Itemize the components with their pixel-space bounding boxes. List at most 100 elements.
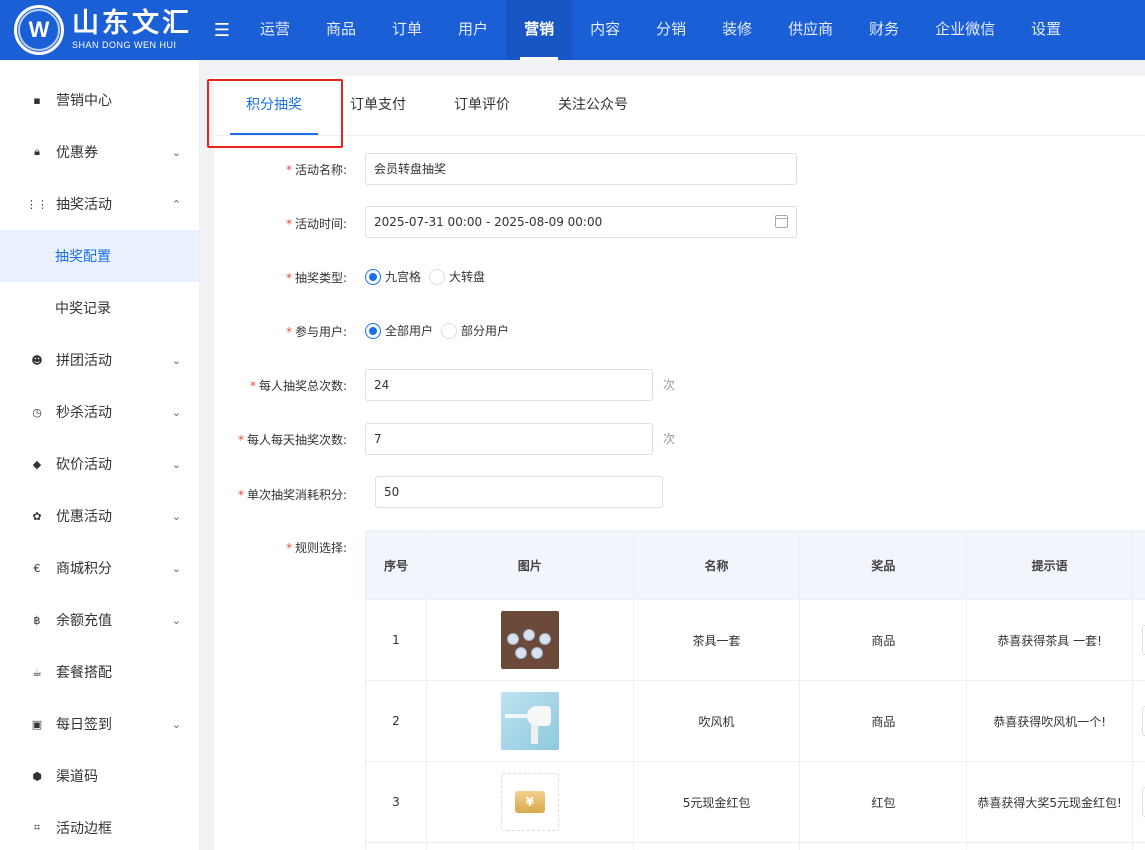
activity-time-value: 2025-07-31 00:00 - 2025-08-09 00:00 xyxy=(374,215,603,229)
nav-item-products[interactable]: 商品 xyxy=(308,0,374,60)
main-panel: 积分抽奖 订单支付 订单评价 关注公众号 * 活动名称: 会员转盘抽奖 * 活动时间… xyxy=(207,76,1145,850)
rules-label: * 规则选择: xyxy=(285,541,347,555)
nav-item-marketing[interactable]: 营销 xyxy=(506,0,573,60)
sidebar-item-label: 优惠活动 xyxy=(56,509,112,525)
tag-icon: ◆ xyxy=(32,457,42,471)
tab-order-review[interactable]: 订单评价 xyxy=(438,75,526,135)
sidebar: ▪ 营销中心 🔒︎ 优惠券 ⌄ ⋮⋮ 抽奖活动 ⌃ 抽奖配置 中奖记录 ☻ 拼团… xyxy=(0,60,200,850)
radio-big-wheel[interactable]: 大转盘 xyxy=(429,268,485,285)
sidebar-item-bargain[interactable]: ◆ 砍价活动 ⌄ xyxy=(0,438,199,490)
sidebar-subitem-lottery-config[interactable]: 抽奖配置 xyxy=(0,230,199,282)
calendar-icon: ▣ xyxy=(31,717,43,731)
radio-checked-icon xyxy=(365,268,381,285)
sidebar-item-discounts[interactable]: ✿ 优惠活动 ⌄ xyxy=(0,490,199,542)
nav-item-distribution[interactable]: 分销 xyxy=(638,0,704,60)
daily-draws-input[interactable]: 7 xyxy=(365,423,653,455)
activity-name-input[interactable]: 会员转盘抽奖 xyxy=(365,153,797,185)
header-image: 图片 xyxy=(426,531,634,600)
sidebar-item-points[interactable]: € 商城积分 ⌄ xyxy=(0,542,199,594)
row-index: 1 xyxy=(366,600,427,681)
tea-set-image xyxy=(500,611,559,669)
daily-draws-label: * 每人每天抽奖次数: xyxy=(237,433,347,447)
tab-follow-official-account[interactable]: 关注公众号 xyxy=(542,75,644,135)
sidebar-subitem-winning-records[interactable]: 中奖记录 xyxy=(0,282,199,334)
sidebar-item-recharge[interactable]: ฿ 余额充值 ⌄ xyxy=(0,594,199,646)
tab-bar: 积分抽奖 订单支付 订单评价 关注公众号 xyxy=(214,76,1145,136)
nav-item-wecom[interactable]: 企业微信 xyxy=(917,0,1013,60)
row-name: 吹风机 xyxy=(633,681,801,762)
hair-dryer-image xyxy=(500,692,559,750)
activity-time-label: * 活动时间: xyxy=(285,217,347,231)
nav-item-users[interactable]: 用户 xyxy=(440,0,506,60)
row-tip: 恭喜获得大奖5元现金红包! xyxy=(967,762,1134,843)
table-row: 1 茶具一套 商品 恭喜获得茶具 一套! xyxy=(366,600,1145,681)
brand-logo[interactable]: W 山东文汇 SHAN DONG WEN HUI xyxy=(0,0,200,60)
chevron-down-icon: ⌄ xyxy=(171,717,181,731)
sidebar-item-checkin[interactable]: ▣ 每日签到 ⌄ xyxy=(0,698,199,750)
calendar-icon xyxy=(775,215,788,228)
header-tip: 提示语 xyxy=(967,531,1134,600)
radio-some-users[interactable]: 部分用户 xyxy=(441,322,509,339)
euro-icon: € xyxy=(33,561,41,575)
daily-draws-unit: 次 xyxy=(663,432,676,446)
discount-icon: ✿ xyxy=(32,509,42,523)
radio-all-users[interactable]: 全部用户 xyxy=(365,322,433,339)
row-image-cell xyxy=(426,600,634,681)
sidebar-item-label: 砍价活动 xyxy=(56,457,112,473)
points-cost-input[interactable]: 50 xyxy=(375,476,663,508)
chevron-down-icon: ⌄ xyxy=(171,353,181,367)
nav-item-settings[interactable]: 设置 xyxy=(1013,0,1079,60)
sidebar-item-label: 拼团活动 xyxy=(56,353,112,369)
sidebar-item-marketing-center[interactable]: ▪ 营销中心 xyxy=(0,74,199,126)
sidebar-item-coupons[interactable]: 🔒︎ 优惠券 ⌄ xyxy=(0,126,199,178)
menu-collapse-icon[interactable]: ☰ xyxy=(202,20,242,41)
table-row: 2 吹风机 商品 恭喜获得吹风机一个! xyxy=(366,681,1145,762)
radio-nine-grid[interactable]: 九宫格 xyxy=(365,268,421,285)
radio-checked-icon xyxy=(365,322,381,339)
chevron-down-icon: ⌄ xyxy=(171,613,181,627)
nav-item-operations[interactable]: 运营 xyxy=(242,0,308,60)
clock-icon: ◷ xyxy=(32,405,42,419)
total-draws-unit: 次 xyxy=(663,378,676,392)
tab-order-payment[interactable]: 订单支付 xyxy=(334,75,422,135)
nav-item-suppliers[interactable]: 供应商 xyxy=(770,0,851,60)
sidebar-item-label: 秒杀活动 xyxy=(56,405,112,421)
sidebar-item-lottery[interactable]: ⋮⋮ 抽奖活动 ⌃ xyxy=(0,178,199,230)
yen-coupon-icon: ¥ xyxy=(514,791,545,813)
total-draws-input[interactable]: 24 xyxy=(365,369,653,401)
sidebar-item-flash-sale[interactable]: ◷ 秒杀活动 ⌄ xyxy=(0,386,199,438)
total-draws-label: * 每人抽奖总次数: xyxy=(249,379,347,393)
row-prize: 红包 xyxy=(800,762,968,843)
participants-label: * 参与用户: xyxy=(285,325,347,339)
row-name: 茶具一套 xyxy=(633,600,801,681)
row-action xyxy=(1133,681,1145,762)
nav-item-decoration[interactable]: 装修 xyxy=(704,0,770,60)
row-prize: 商品 xyxy=(800,600,968,681)
bitcoin-icon: ฿ xyxy=(33,613,41,627)
chevron-up-icon: ⌃ xyxy=(171,197,181,211)
sidebar-item-label: 套餐搭配 xyxy=(56,665,112,681)
sidebar-item-activity-frame[interactable]: ⌗ 活动边框 xyxy=(0,802,199,850)
chevron-down-icon: ⌄ xyxy=(171,509,181,523)
sidebar-item-channel-code[interactable]: ⬢ 渠道码 xyxy=(0,750,199,802)
dashboard-icon: ▪ xyxy=(33,93,41,107)
nav-item-orders[interactable]: 订单 xyxy=(374,0,440,60)
brand-name-en: SHAN DONG WEN HUI xyxy=(72,40,177,50)
table-row xyxy=(366,843,1145,850)
sidebar-item-group-buy[interactable]: ☻ 拼团活动 ⌄ xyxy=(0,334,199,386)
nav-item-finance[interactable]: 财务 xyxy=(851,0,917,60)
sidebar-item-label: 营销中心 xyxy=(56,93,112,109)
radio-unchecked-icon xyxy=(441,322,458,339)
row-prize: 商品 xyxy=(800,681,968,762)
crop-icon: ⌗ xyxy=(33,821,41,834)
sidebar-item-bundles[interactable]: ☕︎ 套餐搭配 xyxy=(0,646,199,698)
red-packet-image: ¥ xyxy=(500,773,559,831)
nav-item-content[interactable]: 内容 xyxy=(572,0,638,60)
row-tip: 恭喜获得茶具 一套! xyxy=(967,600,1134,681)
sidebar-item-label: 余额充值 xyxy=(56,613,112,629)
grid-icon: ⋮⋮ xyxy=(26,197,48,211)
activity-name-label: * 活动名称: xyxy=(285,163,347,177)
activity-time-picker[interactable]: 2025-07-31 00:00 - 2025-08-09 00:00 xyxy=(365,206,797,238)
row-image-cell xyxy=(426,681,634,762)
points-cost-label: * 单次抽奖消耗积分: xyxy=(237,488,347,502)
